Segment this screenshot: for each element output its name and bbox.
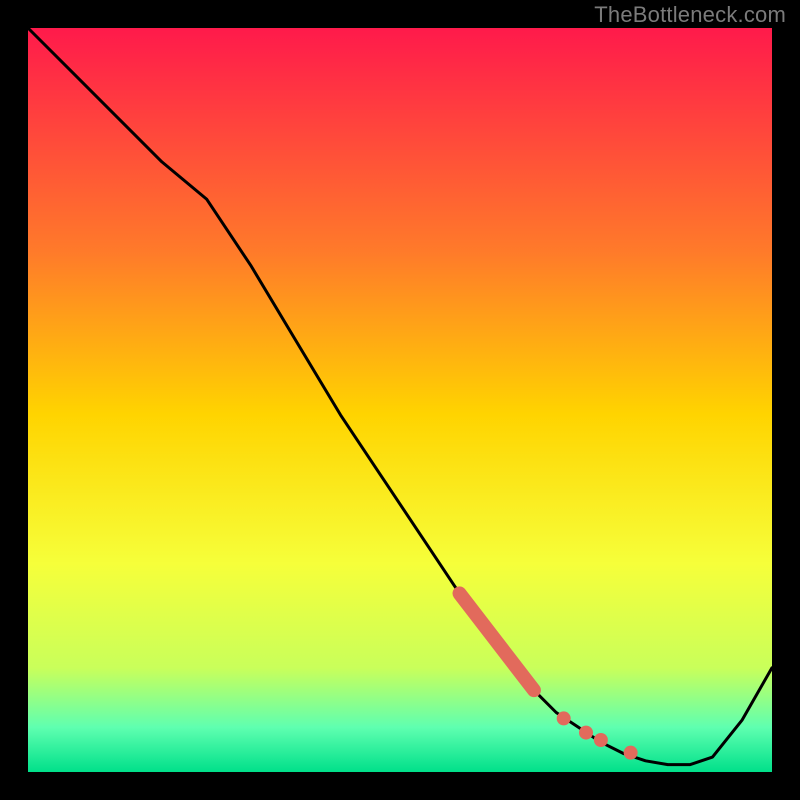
bottleneck-chart: [0, 0, 800, 800]
marker-dot: [624, 746, 638, 760]
marker-dot: [557, 711, 571, 725]
marker-dot: [579, 726, 593, 740]
marker-dot: [594, 733, 608, 747]
chart-stage: TheBottleneck.com: [0, 0, 800, 800]
watermark-text: TheBottleneck.com: [594, 2, 786, 28]
